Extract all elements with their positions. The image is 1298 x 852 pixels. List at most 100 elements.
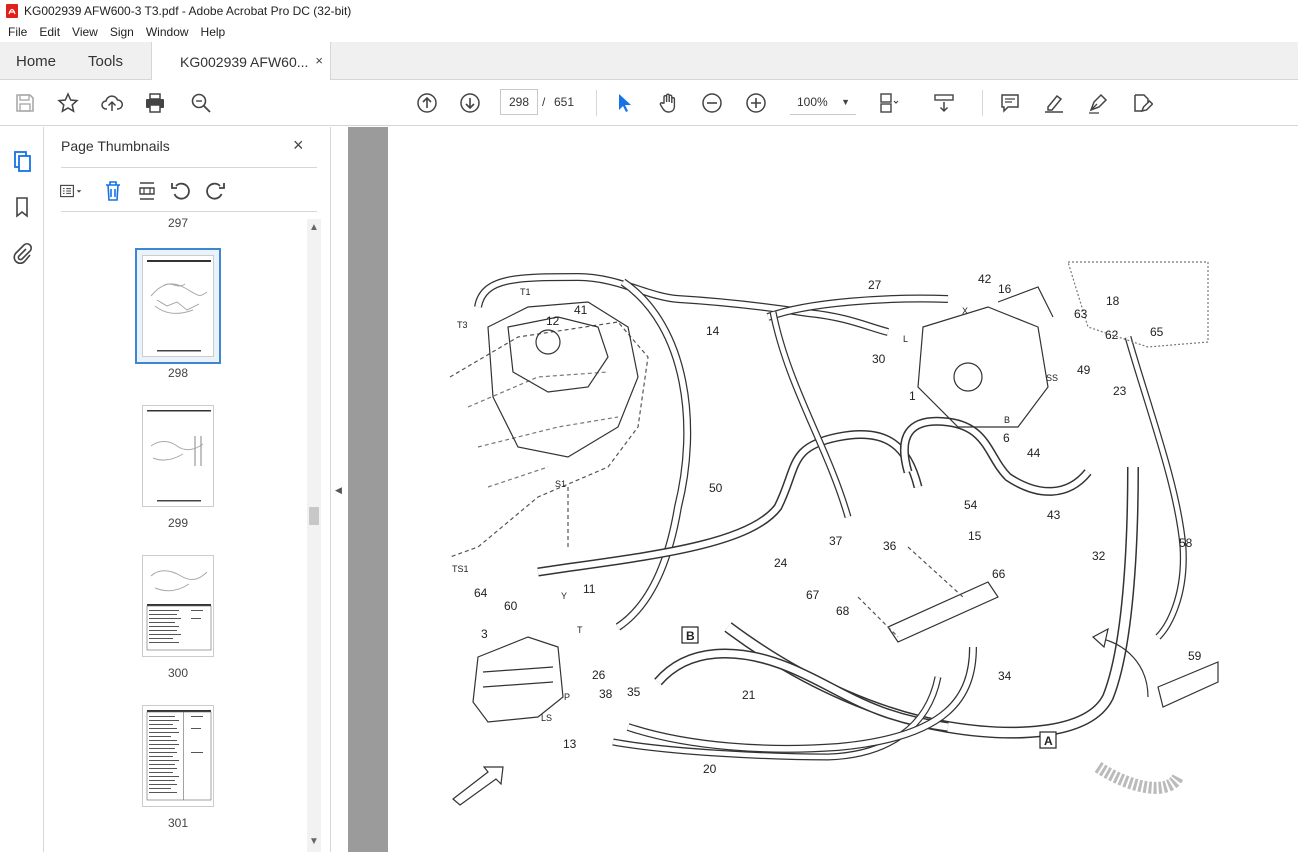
diagram-callout: 38 — [599, 687, 613, 701]
diagram-callout: 64 — [474, 586, 488, 600]
left-rail — [0, 127, 44, 852]
diagram-callout: 66 — [992, 567, 1006, 581]
scroll-mode-icon[interactable] — [932, 91, 956, 115]
rotate-left-icon[interactable] — [169, 179, 193, 203]
menu-bar: File Edit View Sign Window Help — [0, 22, 1298, 42]
diagram-port-label: L — [903, 334, 908, 344]
panel-divider — [61, 167, 317, 168]
tab-document[interactable]: KG002939 AFW60... × — [151, 42, 331, 81]
thumbnail-page[interactable] — [142, 555, 214, 657]
thumbnail-scrollbar[interactable]: ▲ ▼ — [307, 219, 321, 852]
diagram-callout: 1 — [909, 389, 916, 403]
save-icon[interactable] — [13, 91, 37, 115]
thumbnail-options-icon[interactable] — [59, 179, 83, 203]
page-separator: / — [542, 95, 546, 109]
hydraulic-diagram: 124127 42161863656214304923164443505437 36… — [449, 261, 1219, 806]
diagram-port-label: Y — [561, 591, 567, 601]
thumbnail-label: 301 — [167, 816, 189, 830]
highlight-pen-icon[interactable] — [1042, 91, 1066, 115]
thumbnail-page[interactable] — [142, 705, 214, 807]
diagram-callout: 34 — [998, 669, 1012, 683]
diagram-port-label: TS1 — [452, 564, 469, 574]
document-view[interactable]: 12 41 27 42 16 18 63 65 62 14 30 49 23 1 6 44 43 50 54 37 36… — [348, 127, 1298, 852]
extract-page-icon[interactable] — [135, 179, 159, 203]
collapse-arrow-icon[interactable]: ◀ — [335, 485, 342, 496]
thumbnail-label: 300 — [167, 666, 189, 680]
close-tab-icon[interactable]: × — [315, 53, 323, 68]
tab-home[interactable]: Home — [16, 42, 56, 80]
menu-edit[interactable]: Edit — [33, 25, 66, 39]
menu-help[interactable]: Help — [195, 25, 232, 39]
diagram-port-label: SS — [1046, 373, 1058, 383]
diagram-callout: 16 — [998, 282, 1012, 296]
tab-document-label: KG002939 AFW60... — [180, 53, 309, 70]
diagram-view-label: B — [686, 629, 695, 643]
zoom-search-icon[interactable] — [189, 91, 213, 115]
diagram-callout: 21 — [742, 688, 756, 702]
zoom-in-icon[interactable] — [744, 91, 768, 115]
menu-sign[interactable]: Sign — [104, 25, 140, 39]
delete-page-icon[interactable] — [101, 179, 125, 203]
diagram-callout: 63 — [1074, 307, 1088, 321]
toolbar-divider — [596, 90, 597, 116]
diagram-port-label: P — [564, 692, 570, 702]
thumbnail-page[interactable] — [142, 255, 214, 357]
close-panel-icon[interactable]: × — [293, 135, 304, 156]
toolbar — [0, 80, 1298, 126]
scroll-down-icon[interactable]: ▼ — [309, 836, 319, 847]
tab-tools[interactable]: Tools — [88, 42, 123, 80]
thumbnail-page[interactable] — [142, 405, 214, 507]
diagram-callout: 65 — [1150, 325, 1164, 339]
scroll-up-icon[interactable]: ▲ — [309, 222, 319, 233]
diagram-callout: 44 — [1027, 446, 1041, 460]
page-fit-icon[interactable] — [876, 91, 900, 115]
thumbnail-tools — [59, 179, 237, 203]
collapse-panel-strip[interactable]: ◀ — [330, 127, 348, 852]
edit-pdf-icon[interactable] — [1130, 91, 1154, 115]
diagram-callout: 13 — [563, 737, 577, 751]
star-bookmark-icon[interactable] — [56, 91, 80, 115]
menu-file[interactable]: File — [2, 25, 33, 39]
diagram-callout: 58 — [1179, 536, 1193, 550]
diagram-callout: 43 — [1047, 508, 1061, 522]
attachment-icon[interactable] — [10, 241, 34, 265]
diagram-port-label: LS — [541, 713, 552, 723]
sign-pen-icon[interactable] — [1086, 91, 1110, 115]
diagram-callout: 20 — [703, 762, 717, 776]
next-page-icon[interactable] — [458, 91, 482, 115]
diagram-callout: 49 — [1077, 363, 1091, 377]
pdf-page: 12 41 27 42 16 18 63 65 62 14 30 49 23 1 6 44 43 50 54 37 36… — [388, 127, 1298, 852]
menu-window[interactable]: Window — [140, 25, 195, 39]
zoom-value: 100% — [797, 95, 828, 109]
diagram-callout: 14 — [706, 324, 720, 338]
comment-icon[interactable] — [998, 91, 1022, 115]
zoom-select[interactable]: 100% ▼ — [790, 89, 856, 115]
diagram-callout: 50 — [709, 481, 723, 495]
diagram-port-label: B — [1004, 415, 1010, 425]
bookmark-icon[interactable] — [10, 195, 34, 219]
diagram-callout: 54 — [964, 498, 978, 512]
acrobat-logo-icon — [6, 4, 18, 18]
rotate-right-icon[interactable] — [203, 179, 227, 203]
diagram-callout: 35 — [627, 685, 641, 699]
upload-cloud-icon[interactable] — [100, 91, 124, 115]
window-title: KG002939 AFW600-3 T3.pdf - Adobe Acrobat… — [24, 4, 352, 18]
zoom-out-icon[interactable] — [700, 91, 724, 115]
page-number-input[interactable]: 298 — [500, 89, 538, 115]
thumbnail-label: 299 — [167, 516, 189, 530]
select-cursor-icon[interactable] — [612, 91, 636, 115]
page-thumbnails-icon[interactable] — [10, 149, 34, 173]
toolbar-divider — [982, 90, 983, 116]
diagram-callout: 60 — [504, 599, 518, 613]
panel-divider — [61, 211, 317, 212]
diagram-callout: 3 — [481, 627, 488, 641]
diagram-callout: 62 — [1105, 328, 1119, 342]
hand-tool-icon[interactable] — [656, 91, 680, 115]
diagram-callout: 24 — [774, 556, 788, 570]
menu-view[interactable]: View — [66, 25, 104, 39]
diagram-callout: 32 — [1092, 549, 1106, 563]
diagram-callout: 67 — [806, 588, 820, 602]
print-icon[interactable] — [143, 91, 167, 115]
previous-page-icon[interactable] — [415, 91, 439, 115]
scrollbar-thumb[interactable] — [309, 507, 319, 525]
